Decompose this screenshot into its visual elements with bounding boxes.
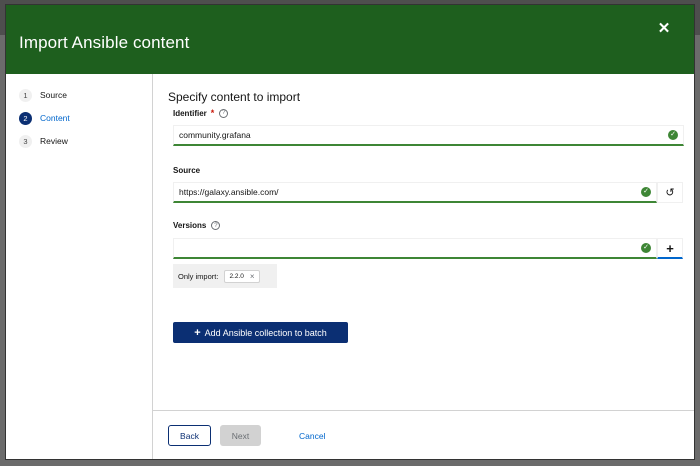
step-label: Review xyxy=(40,136,68,146)
version-chip: 2.2.0 × xyxy=(224,269,260,283)
versions-label: Versions ? xyxy=(173,221,221,230)
step-number: 2 xyxy=(19,111,32,125)
chip-text: 2.2.0 xyxy=(229,272,244,280)
next-button: Next xyxy=(220,425,261,446)
wizard-body: Specify content to import Identifier * ?… xyxy=(153,74,694,410)
add-collection-button[interactable]: + Add Ansible collection to batch xyxy=(173,322,348,343)
identifier-label: Identifier * ? xyxy=(173,108,229,118)
help-icon[interactable]: ? xyxy=(211,221,221,230)
version-chip-group: Only import: 2.2.0 × xyxy=(173,264,277,288)
nav-step-content[interactable]: 2 Content xyxy=(19,111,70,125)
required-mark: * xyxy=(210,108,215,118)
import-modal: Import Ansible content ✕ 1 Source 2 Cont… xyxy=(5,4,695,460)
plus-icon: + xyxy=(666,240,674,256)
identifier-value: community.grafana xyxy=(179,130,251,140)
identifier-input[interactable]: community.grafana ✓ xyxy=(173,125,684,146)
add-version-button[interactable]: + xyxy=(657,238,683,259)
plus-icon: + xyxy=(194,326,201,339)
undo-icon: ↺ xyxy=(665,187,675,199)
step-label: Source xyxy=(40,90,67,100)
nav-step-source[interactable]: 1 Source xyxy=(19,88,67,102)
versions-label-text: Versions xyxy=(173,221,207,230)
section-title: Specify content to import xyxy=(168,90,301,104)
modal-title: Import Ansible content xyxy=(19,33,190,52)
check-circle-icon: ✓ xyxy=(641,187,651,197)
nav-step-review[interactable]: 3 Review xyxy=(19,134,68,148)
identifier-label-text: Identifier xyxy=(173,108,207,118)
versions-input[interactable]: ✓ xyxy=(173,238,657,259)
close-icon: ✕ xyxy=(657,20,671,37)
help-icon[interactable]: ? xyxy=(219,108,229,118)
reset-source-button[interactable]: ↺ xyxy=(657,182,683,203)
source-input[interactable]: https://galaxy.ansible.com/ ✓ xyxy=(173,182,657,203)
close-button[interactable]: ✕ xyxy=(656,21,672,37)
step-number: 1 xyxy=(19,88,32,102)
source-value: https://galaxy.ansible.com/ xyxy=(179,187,279,197)
chip-remove-icon[interactable]: × xyxy=(250,272,255,281)
cancel-button[interactable]: Cancel xyxy=(299,425,325,446)
source-label-text: Source xyxy=(173,166,201,175)
wizard-nav: 1 Source 2 Content 3 Review xyxy=(6,74,153,459)
add-collection-label: Add Ansible collection to batch xyxy=(204,327,327,338)
step-number: 3 xyxy=(19,134,32,148)
step-label: Content xyxy=(40,113,70,123)
chip-group-category: Only import: xyxy=(178,271,219,281)
modal-header: Import Ansible content ✕ xyxy=(6,5,694,74)
wizard-footer: Back Next Cancel xyxy=(153,410,694,459)
check-circle-icon: ✓ xyxy=(668,130,678,140)
back-button[interactable]: Back xyxy=(168,425,211,446)
source-label: Source xyxy=(173,166,200,175)
check-circle-icon: ✓ xyxy=(641,243,651,253)
